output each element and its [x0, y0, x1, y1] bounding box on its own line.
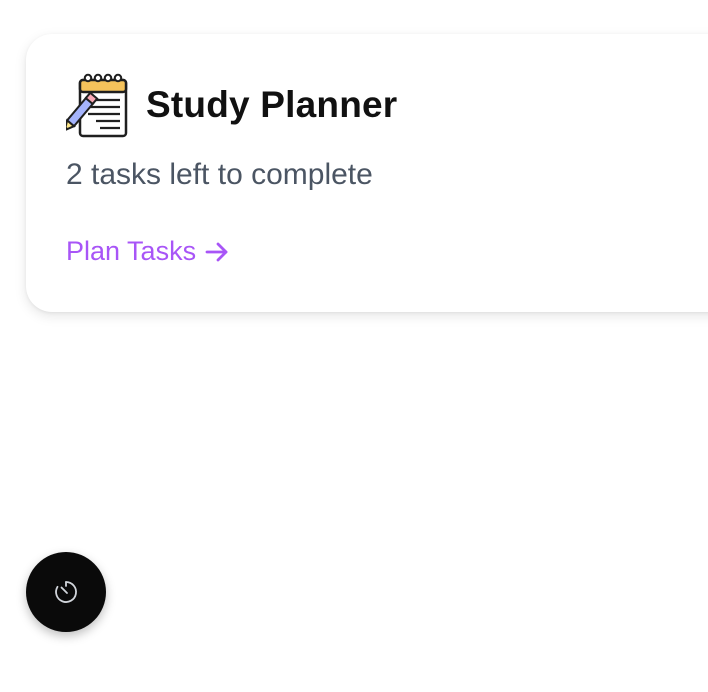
arrow-right-icon	[204, 239, 230, 265]
page: Study Planner 2 tasks left to complete P…	[0, 0, 708, 692]
timer-icon	[52, 578, 80, 606]
study-planner-card[interactable]: Study Planner 2 tasks left to complete P…	[26, 34, 708, 312]
plan-tasks-link[interactable]: Plan Tasks	[66, 236, 230, 267]
plan-tasks-label: Plan Tasks	[66, 236, 197, 266]
timer-button[interactable]	[26, 552, 106, 632]
card-title: Study Planner	[146, 84, 398, 125]
tasks-remaining-text: 2 tasks left to complete	[66, 158, 373, 191]
notepad-pencil-icon	[63, 72, 130, 138]
card-header: Study Planner	[63, 72, 398, 138]
